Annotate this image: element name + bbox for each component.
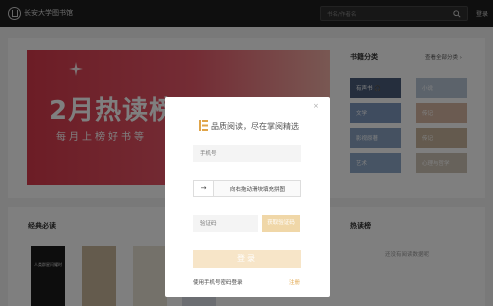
verification-code-field[interactable] xyxy=(193,215,258,232)
register-link[interactable]: 注册 xyxy=(289,278,300,286)
get-code-button[interactable]: 获取验证码 xyxy=(262,215,300,232)
slider-instruction: 向右拖动滑块填充拼图 xyxy=(230,187,286,193)
close-icon[interactable]: × xyxy=(313,102,319,110)
login-button[interactable]: 登录 xyxy=(193,250,301,268)
login-modal: × 品质阅读，尽在掌阅精选 → 向右拖动滑块填充拼图 获取验证码 登录 使用手机… xyxy=(165,97,330,297)
brand-logo-icon xyxy=(199,120,208,131)
slider-arrow-handle[interactable]: → xyxy=(194,181,214,196)
captcha-slider[interactable]: → 向右拖动滑块填充拼图 xyxy=(193,180,301,197)
phone-number-field[interactable] xyxy=(193,145,301,162)
modal-slogan: 品质阅读，尽在掌阅精选 xyxy=(211,122,299,131)
password-login-link[interactable]: 使用手机号密码登录 xyxy=(193,278,243,286)
